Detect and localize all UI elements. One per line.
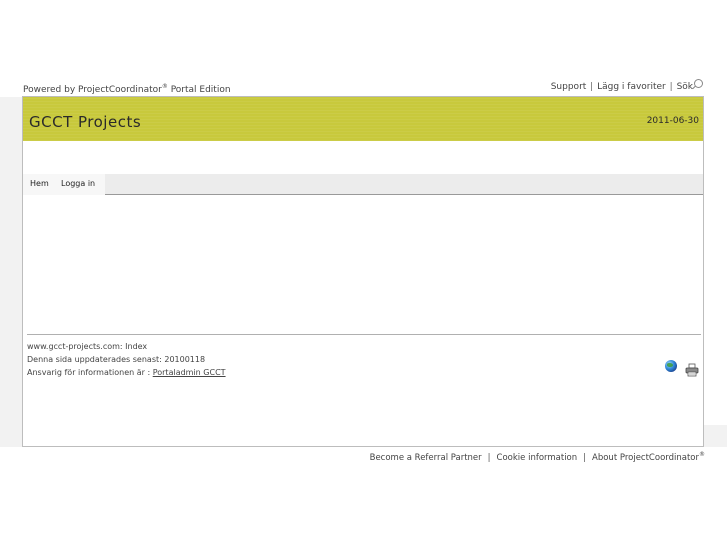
cookie-info-link[interactable]: Cookie information bbox=[497, 453, 578, 463]
powered-by-suffix: Portal Edition bbox=[167, 85, 231, 95]
responsible-label: Ansvarig för informationen är : bbox=[27, 368, 153, 377]
current-date: 2011-06-30 bbox=[646, 116, 699, 126]
support-link[interactable]: Support bbox=[551, 82, 587, 92]
responsible-line: Ansvarig för informationen är : Portalad… bbox=[27, 366, 226, 379]
powered-by-prefix: Powered by ProjectCoordinator bbox=[23, 85, 162, 95]
search-icon[interactable] bbox=[694, 79, 703, 88]
favorites-link[interactable]: Lägg i favoriter bbox=[597, 82, 666, 92]
globe-icon[interactable] bbox=[665, 360, 677, 372]
footer-divider bbox=[27, 334, 701, 335]
about-link-label: About ProjectCoordinator bbox=[592, 452, 699, 463]
registered-mark: ® bbox=[699, 451, 705, 458]
last-updated-line: Denna sida uppdaterades senast: 20100118 bbox=[27, 355, 206, 364]
referral-partner-link[interactable]: Become a Referral Partner bbox=[370, 453, 482, 463]
site-title: GCCT Projects bbox=[29, 113, 142, 131]
top-links: Support | Lägg i favoriter | Sök bbox=[551, 79, 703, 92]
page-info: www.gcct-projects.com: Index Denna sida … bbox=[27, 340, 226, 379]
separator: | bbox=[583, 452, 587, 463]
nav-item-home[interactable]: Hem bbox=[30, 179, 49, 188]
bottom-links: Become a Referral Partner | Cookie informa… bbox=[370, 451, 705, 463]
separator: | bbox=[669, 82, 673, 92]
left-gray-strip bbox=[0, 97, 22, 447]
separator: | bbox=[487, 452, 491, 463]
site-banner: GCCT Projects 2011-06-30 bbox=[23, 97, 703, 141]
page-url-line: www.gcct-projects.com: Index bbox=[27, 342, 148, 351]
nav-item-login[interactable]: Logga in bbox=[61, 179, 95, 188]
navigation-bar: Hem Logga in bbox=[23, 174, 703, 195]
about-link[interactable]: About ProjectCoordinator® bbox=[592, 451, 705, 463]
separator: | bbox=[590, 82, 594, 92]
portaladmin-link[interactable]: Portaladmin GCCT bbox=[153, 368, 226, 377]
search-link[interactable]: Sök bbox=[677, 82, 693, 92]
right-gray-strip bbox=[704, 425, 727, 447]
printer-icon[interactable] bbox=[685, 363, 699, 377]
powered-by-text: Powered by ProjectCoordinator® Portal Ed… bbox=[23, 83, 231, 95]
main-frame: GCCT Projects 2011-06-30 Hem Logga in ww… bbox=[22, 96, 704, 447]
